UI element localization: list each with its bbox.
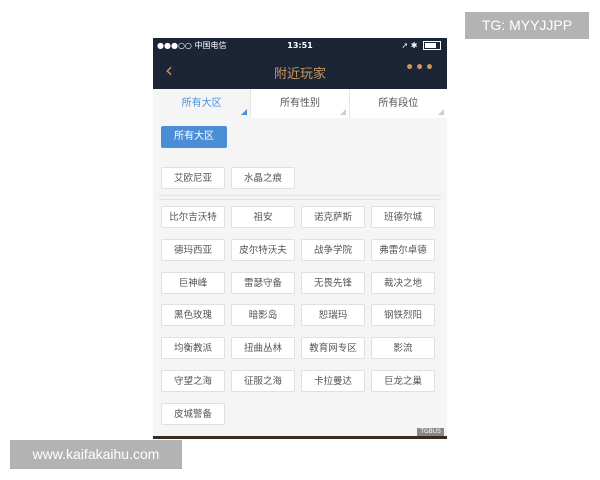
tab-rank[interactable]: 所有段位	[350, 89, 447, 118]
page-title: 附近玩家	[273, 67, 326, 82]
navigation-bar: ‹ 附近玩家 •••	[153, 54, 447, 89]
region-chip[interactable]: 均衡教派	[161, 337, 225, 359]
region-chip[interactable]: 皮尔特沃夫	[231, 239, 295, 261]
dropdown-corner-icon	[339, 109, 346, 115]
bottom-strip	[153, 436, 447, 439]
region-chip[interactable]: 战争学院	[301, 239, 365, 261]
battery-icon	[423, 41, 441, 50]
region-chip[interactable]: 班德尔城	[371, 206, 435, 228]
dropdown-corner-icon	[241, 109, 248, 115]
region-chip[interactable]: 祖安	[231, 206, 295, 228]
dropdown-corner-icon	[437, 109, 444, 115]
site-watermark: www.kaifakaihu.com	[10, 440, 182, 469]
region-chip[interactable]: 暗影岛	[231, 304, 295, 326]
filter-tabs: 所有大区 所有性别 所有段位	[153, 89, 447, 118]
status-right-icons: ➚ ✱	[401, 38, 441, 54]
region-chip[interactable]: 钢铁烈阳	[371, 304, 435, 326]
region-chip[interactable]: 裁决之地	[371, 272, 435, 294]
region-chip[interactable]: 雷瑟守备	[231, 272, 295, 294]
tab-label: 所有性别	[279, 98, 320, 109]
corner-watermark: TGBUS	[417, 428, 444, 436]
region-chip[interactable]: 黑色玫瑰	[161, 304, 225, 326]
divider	[159, 199, 441, 200]
region-chip[interactable]: 征服之海	[231, 370, 295, 392]
region-chip[interactable]: 教育网专区	[301, 337, 365, 359]
divider	[159, 195, 441, 196]
region-chip[interactable]: 德玛西亚	[161, 239, 225, 261]
region-chip[interactable]: 弗雷尔卓德	[371, 239, 435, 261]
location-bluetooth-icon: ➚ ✱	[401, 41, 418, 50]
region-chip[interactable]: 卡拉曼达	[301, 370, 365, 392]
tab-label: 所有大区	[181, 98, 222, 109]
region-chip[interactable]: 无畏先锋	[301, 272, 365, 294]
all-regions-button[interactable]: 所有大区	[161, 126, 227, 148]
region-chip[interactable]: 守望之海	[161, 370, 225, 392]
region-chip[interactable]: 影流	[371, 337, 435, 359]
tab-label: 所有段位	[378, 98, 419, 109]
region-chip[interactable]: 巨神峰	[161, 272, 225, 294]
region-chip[interactable]: 巨龙之巢	[371, 370, 435, 392]
tab-region[interactable]: 所有大区	[153, 89, 252, 118]
region-chip[interactable]: 比尔吉沃特	[161, 206, 225, 228]
region-chip[interactable]: 恕瑞玛	[301, 304, 365, 326]
phone-screen: ●●●○○ 中国电信 13:51 ➚ ✱ ‹ 附近玩家 ••• 所有大区 所有性…	[153, 38, 447, 439]
tab-gender[interactable]: 所有性别	[251, 89, 350, 118]
region-chip[interactable]: 扭曲丛林	[231, 337, 295, 359]
status-bar: ●●●○○ 中国电信 13:51 ➚ ✱	[153, 38, 447, 54]
region-chip[interactable]: 艾欧尼亚	[161, 167, 225, 189]
region-chip[interactable]: 皮城警备	[161, 403, 225, 425]
region-chip[interactable]: 诺克萨斯	[301, 206, 365, 228]
tg-watermark: TG: MYYJJPP	[465, 12, 589, 39]
more-icon[interactable]: •••	[405, 60, 435, 76]
region-chip[interactable]: 水晶之痕	[231, 167, 295, 189]
